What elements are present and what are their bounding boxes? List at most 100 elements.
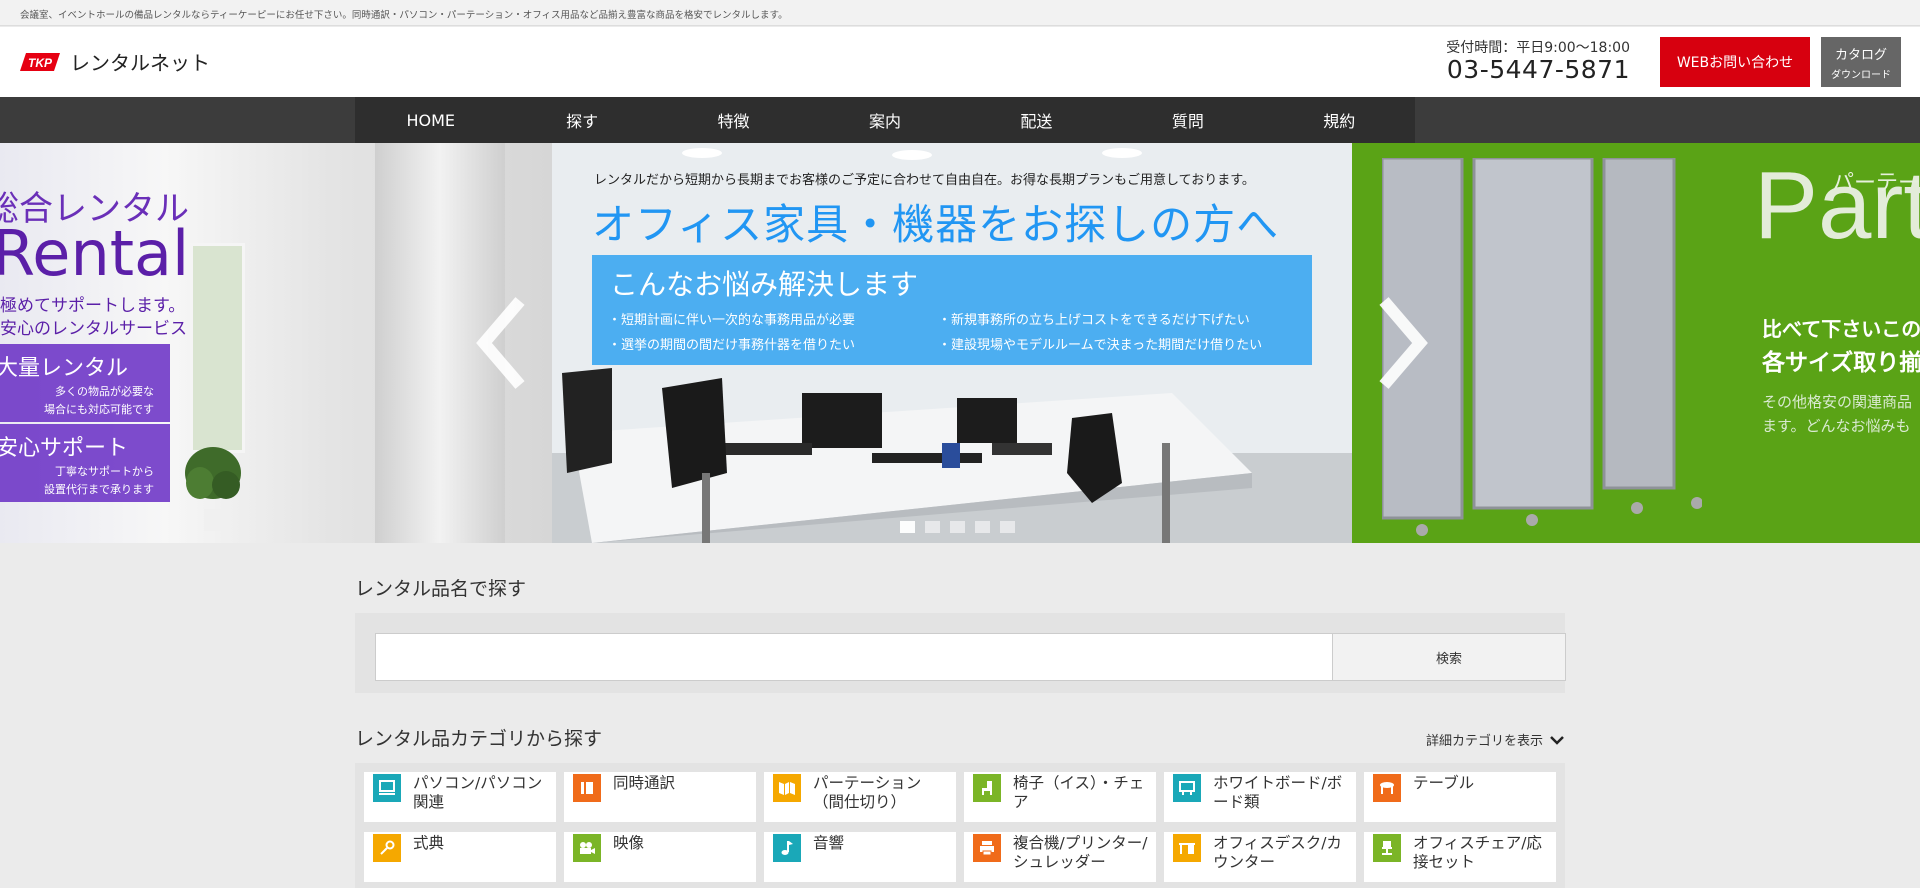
slider-dot[interactable] [975,521,990,533]
site-description: 会議室、イベントホールの備品レンタルならティーケーピーにお任せ下さい。同時通訳・… [20,10,788,21]
slider-dot[interactable] [900,521,915,533]
hero-slider: 総合レンタル Rental 極めてサポートします。 安心のレンタルサービス 大量… [0,143,1920,543]
search-section-title: レンタル品名で探す [355,578,527,600]
category-item-partition[interactable]: パーテーション（間仕切り） [764,772,956,822]
detail-category-label: 詳細カテゴリを表示 [1425,734,1543,749]
category-label: 椅子（イス）・チェア [1013,774,1145,811]
slide-problem-box: こんなお悩み解決します ・短期計画に伴い一次的な事務用品が必要 ・選挙の期間の間… [592,255,1312,365]
slide-problem-heading: こんなお悩み解決します [610,268,919,301]
slide-partition[interactable]: Part パーテー 比べて下さいこの 各サイズ取り揃 その他格安の関連商品 ます… [1352,143,1920,543]
desk-icon [1173,834,1201,862]
category-label: 式典 [413,834,445,852]
slide-rental-big: Rental [0,217,190,290]
key-icon [373,834,401,862]
slide-partition-line4: ます。どんなお悩みも [1762,417,1911,435]
slide-box-bulk-heading: 大量レンタル [0,356,129,381]
category-label: ホワイトボード/ボード類 [1213,774,1343,811]
slide-box-bulk: 大量レンタル 多くの物品が必要な 場合にも対応可能です [0,344,170,422]
slider-dot[interactable] [1000,521,1015,533]
category-label: オフィスデスク/カウンター [1213,834,1342,871]
video-camera-icon [573,834,601,862]
slider-dot[interactable] [925,521,940,533]
slide-partition-line3: その他格安の関連商品 [1762,393,1913,411]
slide-partition-line2: 各サイズ取り揃 [1762,350,1920,376]
tkp-logo-icon: TKP [20,51,60,73]
chair-icon [973,774,1001,802]
category-label: 複合機/プリンター/シュレッダー [1013,834,1148,871]
partition-icon [773,774,801,802]
category-grid: パソコン/パソコン関連 同時通訳 パーテーション（間仕切り） 椅子（イス）・チェ… [355,763,1565,888]
nav-item-search[interactable]: 探す [506,97,657,143]
slide-office-furniture[interactable]: レンタルだから短期から長期までお客様のご予定に合わせて自由自在。お得な長期プラン… [552,143,1352,543]
slider-dots [900,521,1015,533]
category-item-whiteboard[interactable]: ホワイトボード/ボード類 [1164,772,1356,822]
plant-image [185,447,241,531]
printer-icon [973,834,1001,862]
catalog-download-button[interactable]: カタログ ダウンロード [1821,37,1901,87]
slide-box-support-heading: 安心サポート [0,436,129,461]
category-label: テーブル [1413,774,1475,792]
category-item-pc[interactable]: パソコン/パソコン関連 [364,772,556,822]
nav-item-faq[interactable]: 質問 [1112,97,1263,143]
category-label: オフィスチェア/応接セット [1413,834,1542,871]
nav-item-terms[interactable]: 規約 [1264,97,1415,143]
nav-item-home[interactable]: HOME [355,97,506,143]
search-panel: 検索 [355,613,1566,693]
phone-number[interactable]: 03-5447-5871 [1420,55,1630,84]
slide-partition-line1: 比べて下さいこの [1762,317,1920,341]
category-item-video[interactable]: 映像 [564,832,756,882]
music-note-icon [773,834,801,862]
category-item-chair[interactable]: 椅子（イス）・チェア [964,772,1156,822]
slide-rental-sub1: 極めてサポートします。 [0,296,186,316]
category-label: 同時通訳 [613,774,676,792]
slide-problem-point: ・選挙の期間の間だけ事務什器を借りたい [608,338,856,353]
slider-dot[interactable] [950,521,965,533]
slide-problem-point: ・短期計画に伴い一次的な事務用品が必要 [608,313,856,328]
table-icon [1373,774,1401,802]
slide-problem-point: ・建設現場やモデルルームで決まった期間だけ借りたい [938,338,1263,353]
detail-category-toggle[interactable]: 詳細カテゴリを表示 [1415,730,1565,749]
search-button[interactable]: 検索 [1332,633,1566,681]
nav-item-delivery[interactable]: 配送 [961,97,1112,143]
slide-box-support: 安心サポート 丁寧なサポートから 設置代行まで承ります [0,424,170,502]
chevron-left-icon[interactable] [472,293,532,393]
category-label: パーテーション（間仕切り） [813,774,922,811]
whiteboard-icon [1173,774,1201,802]
office-chair-icon [1373,834,1401,862]
category-item-office-chair[interactable]: オフィスチェア/応接セット [1364,832,1556,882]
category-item-desk[interactable]: オフィスデスク/カウンター [1164,832,1356,882]
category-item-printer[interactable]: 複合機/プリンター/シュレッダー [964,832,1156,882]
category-item-table[interactable]: テーブル [1364,772,1556,822]
category-item-interpretation[interactable]: 同時通訳 [564,772,756,822]
category-label: 音響 [813,834,845,852]
category-label: 映像 [613,834,645,852]
site-logo[interactable]: TKP レンタルネット [20,47,210,76]
web-contact-button[interactable]: WEBお問い合わせ [1660,37,1810,87]
catalog-button-label: カタログ [1834,47,1887,63]
header: TKP レンタルネット 受付時間：平日9:00〜18:00 03-5447-58… [0,27,1920,97]
slide-problem-point: ・新規事務所の立ち上げコストをできるだけ下げたい [938,313,1250,328]
catalog-button-sublabel: ダウンロード [1831,69,1891,81]
slide-box-bulk-line1: 多くの物品が必要な [55,385,154,398]
top-info-bar: 会議室、イベントホールの備品レンタルならティーケーピーにお任せ下さい。同時通訳・… [0,0,1920,26]
business-hours: 受付時間：平日9:00〜18:00 [1446,40,1630,56]
chevron-right-icon[interactable] [1372,293,1432,393]
logo-mark-text: TKP [28,56,53,70]
main-nav: HOME 探す 特徴 案内 配送 質問 規約 [355,97,1415,143]
slide-title: オフィス家具・機器をお探しの方へ [592,200,1280,249]
book-icon [573,774,601,802]
slide-box-bulk-line2: 場合にも対応可能です [44,403,154,416]
category-item-sound[interactable]: 音響 [764,832,956,882]
search-input[interactable] [375,633,1333,681]
slide-box-support-line1: 丁寧なサポートから [55,465,154,478]
slide-window-image [190,243,245,453]
category-item-ceremony[interactable]: 式典 [364,832,556,882]
computer-icon [373,774,401,802]
category-label: パソコン/パソコン関連 [413,774,543,811]
nav-item-features[interactable]: 特徴 [658,97,809,143]
slide-rental-sub2: 安心のレンタルサービス [0,319,187,339]
category-section-title: レンタル品カテゴリから探す [355,728,603,750]
slide-rental[interactable]: 総合レンタル Rental 極めてサポートします。 安心のレンタルサービス 大量… [0,143,552,543]
slide-box-support-line2: 設置代行まで承ります [44,483,154,496]
nav-item-guide[interactable]: 案内 [809,97,960,143]
